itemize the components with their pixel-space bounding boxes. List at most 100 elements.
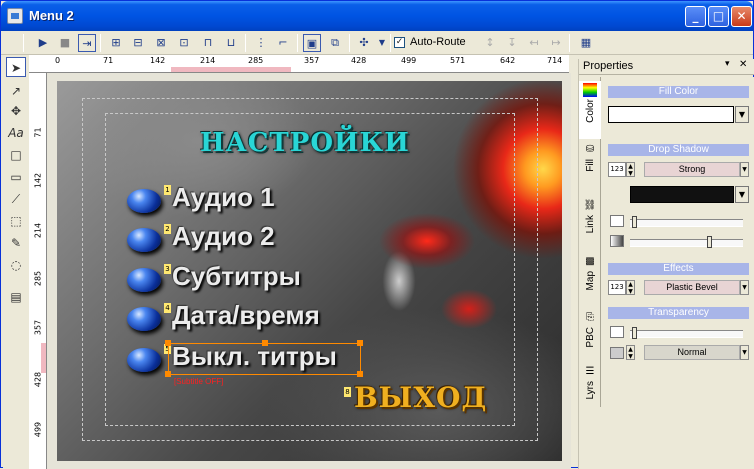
toolbar: ▶ ■ ⇥ ⊞ ⊟ ⊠ ⊡ ⊓ ⊔ ⋮ ⌐ ▣ ⧉ ✣ ▼ ✓ Auto-Rou…: [1, 31, 753, 55]
pin-icon[interactable]: ▾: [725, 59, 730, 69]
softness-icon: [610, 235, 624, 247]
effects-header: Effects: [608, 263, 749, 275]
autoroute-checkbox[interactable]: ✓: [394, 37, 405, 48]
chevron-down-icon[interactable]: ▼: [373, 34, 391, 52]
maximize-button[interactable]: □: [708, 6, 729, 27]
button-label: Субтитры: [172, 261, 301, 291]
stop-icon[interactable]: ■: [56, 34, 74, 52]
main-window: Menu 2 _ □ ✕ ▶ ■ ⇥ ⊞ ⊟ ⊠ ⊡ ⊓ ⊔ ⋮ ⌐ ▣ ⧉ ✣…: [0, 0, 754, 469]
button-label: Дата/время: [172, 300, 320, 330]
resize-handle[interactable]: [357, 340, 363, 346]
circle-tool-icon[interactable]: ◌: [6, 255, 26, 275]
tab-color[interactable]: Color: [579, 81, 601, 139]
shadow-dropdown[interactable]: Strong: [644, 162, 740, 177]
palette-icon[interactable]: ▦: [577, 34, 595, 52]
spinner[interactable]: ▲ ▼: [626, 280, 635, 295]
route-tool-icon[interactable]: ↗: [6, 81, 26, 101]
transparency-slider[interactable]: [630, 327, 743, 339]
tab-fill[interactable]: ⛁ Fill: [579, 141, 601, 197]
route-left-icon[interactable]: ↤: [525, 34, 543, 52]
blue-ball-icon: [127, 307, 161, 331]
tab-layers[interactable]: ☰ Lyrs: [579, 363, 601, 415]
resize-handle[interactable]: [357, 371, 363, 377]
line-tool-icon[interactable]: ⟋: [6, 189, 26, 209]
chevron-down-icon[interactable]: ▼: [740, 345, 749, 360]
slider-thumb[interactable]: [632, 327, 637, 339]
resize-handle[interactable]: [165, 340, 171, 346]
eyedropper-icon[interactable]: ✎: [6, 233, 26, 253]
close-button[interactable]: ✕: [731, 6, 752, 27]
align-top-icon[interactable]: ⊟: [129, 34, 147, 52]
chevron-down-icon[interactable]: ▼: [740, 280, 749, 295]
button-number: 2: [164, 224, 171, 234]
slider-thumb[interactable]: [632, 216, 637, 228]
spinner[interactable]: ▲ ▼: [626, 162, 635, 177]
distribute-h-icon[interactable]: ⊓: [199, 34, 217, 52]
button-number: 8: [344, 387, 351, 397]
fill-color-swatch[interactable]: [608, 106, 734, 123]
resize-handle[interactable]: [165, 371, 171, 377]
chevron-down-icon[interactable]: ▼: [735, 106, 749, 123]
shadow-softness-slider[interactable]: [630, 236, 743, 248]
shadow-number[interactable]: 123: [608, 162, 626, 177]
title-bar[interactable]: Menu 2 _ □ ✕: [1, 1, 753, 31]
opacity-icon: [610, 326, 624, 338]
offset-icon: [610, 215, 624, 227]
preview-icon[interactable]: ▣: [303, 34, 321, 52]
button-number: 3: [164, 264, 171, 274]
selection-box[interactable]: [165, 340, 363, 377]
close-icon[interactable]: ✕: [739, 59, 747, 70]
tab-map[interactable]: ▩ Map: [579, 253, 601, 309]
shadow-offset-slider[interactable]: [630, 216, 743, 228]
button-label: Аудио 2: [172, 221, 275, 251]
frame-tool-icon[interactable]: ▤: [6, 287, 26, 307]
link-icon: ⛓: [583, 200, 597, 211]
rect-tool-icon[interactable]: □: [6, 145, 26, 165]
text-tool-icon[interactable]: Aa: [6, 123, 26, 143]
button-label: Аудио 1: [172, 182, 275, 212]
canvas-area: НАСТРОЙКИ 1 Аудио 1 2 Аудио 2 3 Субтитры…: [47, 73, 571, 469]
tab-pbc[interactable]: ⎘ PBC: [579, 309, 601, 363]
blue-ball-icon: [127, 268, 161, 292]
route-icon[interactable]: ✣: [355, 34, 373, 52]
align-top-left-icon[interactable]: ⊞: [107, 34, 125, 52]
slider-thumb[interactable]: [707, 236, 712, 248]
panel-tabs: Color ⛁ Fill ⛓ Link ▩ Map ⎘ PBC ☰ Lyrs: [579, 77, 601, 407]
effects-dropdown[interactable]: Plastic Bevel: [644, 280, 740, 295]
horizontal-ruler: 0 71 142 214 285 357 428 499 571 642 714: [29, 55, 569, 73]
align-bottom-icon[interactable]: ⊡: [175, 34, 193, 52]
safe-area-icon[interactable]: ⧉: [326, 34, 344, 52]
grid-icon[interactable]: ⋮: [252, 34, 270, 52]
marquee-tool-icon[interactable]: ⬚: [6, 211, 26, 231]
align-center-icon[interactable]: ⊠: [152, 34, 170, 52]
chevron-down-icon[interactable]: ▼: [740, 162, 749, 177]
layers-icon: ☰: [585, 366, 595, 377]
route-down-icon[interactable]: ↧: [503, 34, 521, 52]
menu-canvas[interactable]: НАСТРОЙКИ 1 Аудио 1 2 Аудио 2 3 Субтитры…: [57, 81, 562, 461]
exit-button[interactable]: ВЫХОД: [354, 381, 487, 414]
blend-mode-dropdown[interactable]: Normal: [644, 345, 740, 360]
resize-handle[interactable]: [262, 340, 268, 346]
route-right-icon[interactable]: ↦: [547, 34, 565, 52]
distribute-v-icon[interactable]: ⊔: [222, 34, 240, 52]
palette-icon: [583, 83, 597, 97]
minimize-button[interactable]: _: [685, 6, 706, 27]
shape-tool-icon[interactable]: ▭: [6, 167, 26, 187]
shadow-color-swatch[interactable]: [630, 186, 734, 203]
tab-link[interactable]: ⛓ Link: [579, 197, 601, 253]
panel-header: Properties ▾ ✕: [579, 59, 754, 75]
menu-title[interactable]: НАСТРОЙКИ: [200, 128, 410, 158]
panel-content: Fill Color ▼ Drop Shadow 123 ▲ ▼ Strong ▼…: [602, 77, 754, 469]
route-up-icon[interactable]: ↕: [481, 34, 499, 52]
fit-width-icon[interactable]: ⇥: [78, 34, 96, 52]
play-icon[interactable]: ▶: [34, 34, 52, 52]
select-arrow-icon[interactable]: ➤: [6, 57, 26, 77]
hand-tool-icon[interactable]: ✥: [6, 101, 26, 121]
guides-icon[interactable]: ⌐: [274, 34, 292, 52]
effect-number[interactable]: 123: [608, 280, 626, 295]
button-number: 1: [164, 185, 171, 195]
button-number: 4: [164, 303, 171, 313]
spinner[interactable]: ▲ ▼: [626, 345, 635, 360]
chevron-down-icon[interactable]: ▼: [735, 186, 749, 203]
blue-ball-icon: [127, 189, 161, 213]
